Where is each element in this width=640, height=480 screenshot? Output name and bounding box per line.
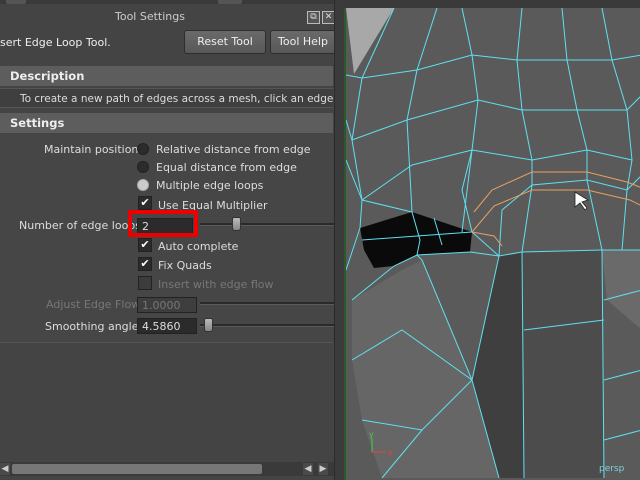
adjust-edge-flow-slider[interactable] [200, 302, 334, 305]
float-icon[interactable]: ⧉ [307, 11, 320, 24]
description-section-header[interactable]: Description [0, 66, 333, 86]
axis-x-label: x [388, 448, 393, 457]
adjust-edge-flow-field[interactable]: 1.0000 [137, 297, 197, 313]
axis-y-label: y [369, 430, 374, 439]
fix-quads-label: Fix Quads [158, 259, 212, 272]
smoothing-angle-slider[interactable] [200, 324, 334, 327]
number-of-loops-slider-thumb[interactable] [232, 217, 241, 231]
number-of-loops-label: Number of edge loops: [19, 219, 145, 232]
smoothing-angle-field[interactable]: 4.5860 [137, 318, 197, 334]
fix-quads-checkbox[interactable]: ✔ [138, 257, 152, 271]
scroll-right-icon[interactable]: ▶ [318, 463, 328, 475]
radio-equal-distance[interactable] [137, 161, 149, 173]
radio-relative-label: Relative distance from edge [156, 143, 311, 156]
use-equal-multiplier-checkbox[interactable]: ✔ [138, 196, 152, 210]
description-text: To create a new path of edges across a m… [0, 88, 333, 108]
camera-label: persp [599, 464, 625, 474]
mouth-region [522, 250, 604, 478]
maintain-position-label: Maintain position: [44, 143, 143, 156]
top-toolbar-strip [0, 0, 340, 4]
auto-complete-label: Auto complete [158, 240, 239, 253]
insert-with-edge-flow-label: Insert with edge flow [158, 278, 274, 291]
insert-with-edge-flow-checkbox[interactable] [138, 276, 152, 290]
radio-multiple-loops[interactable] [137, 179, 149, 191]
tool-name: sert Edge Loop Tool. [0, 36, 111, 49]
number-of-loops-slider[interactable] [200, 223, 334, 226]
viewport-top-bar [344, 0, 640, 8]
viewport-3d[interactable]: y x persp [344, 8, 640, 480]
smoothing-angle-slider-thumb[interactable] [204, 318, 213, 332]
highlight-box [128, 210, 198, 237]
radio-equal-label: Equal distance from edge [156, 161, 297, 174]
auto-complete-checkbox[interactable]: ✔ [138, 238, 152, 252]
settings-section-header[interactable]: Settings [0, 113, 333, 133]
radio-relative-distance[interactable] [137, 143, 149, 155]
radio-multiple-label: Multiple edge loops [156, 179, 264, 192]
smoothing-angle-label: Smoothing angle: [45, 320, 143, 333]
scroll-left-icon-2[interactable]: ◀ [303, 463, 313, 475]
reset-tool-button[interactable]: Reset Tool [184, 30, 266, 54]
panel-title: Tool Settings [115, 10, 185, 23]
tool-help-button[interactable]: Tool Help [270, 30, 336, 54]
mesh-wireframe[interactable]: y x persp [346, 8, 640, 480]
scroll-left-icon[interactable]: ◀ [0, 463, 10, 475]
adjust-edge-flow-label: Adjust Edge Flow [46, 298, 141, 311]
scrollbar-thumb[interactable] [12, 464, 262, 474]
